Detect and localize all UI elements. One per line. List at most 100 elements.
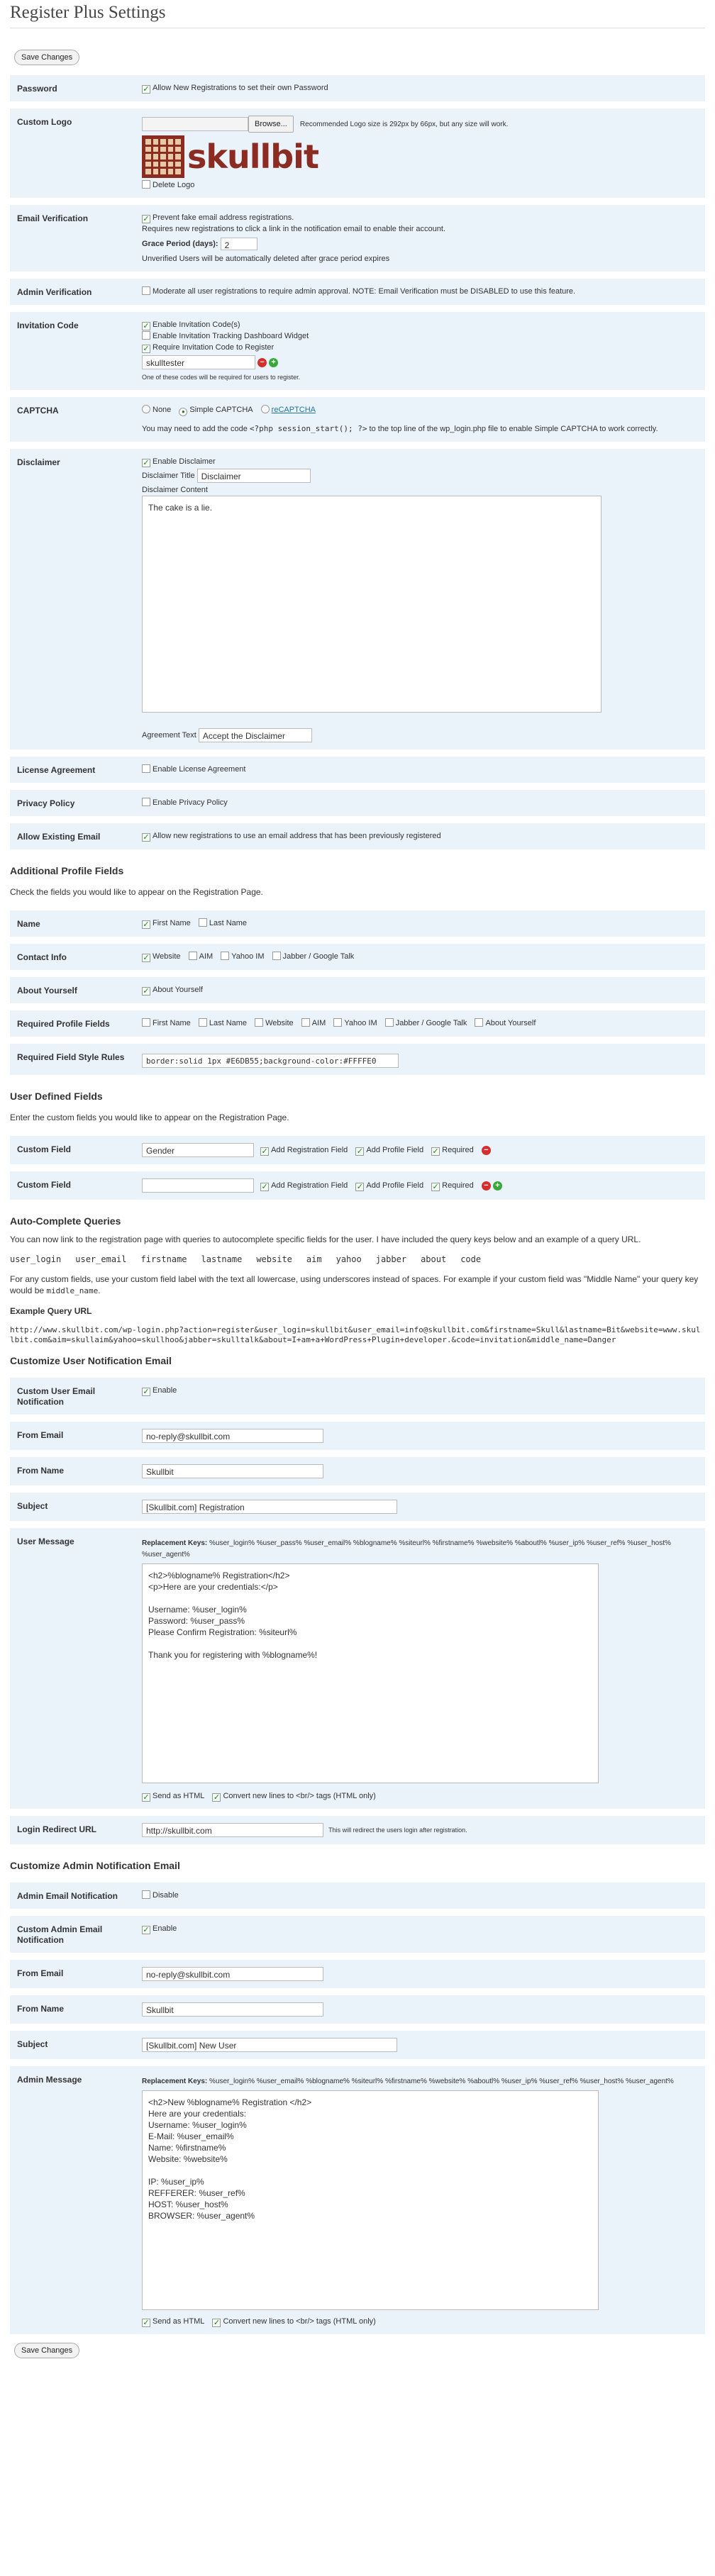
req-aim-option[interactable]: AIM [301,1018,326,1027]
yahoo-option[interactable]: Yahoo IM [221,952,265,961]
send-as-html-option[interactable]: ✓ Send as HTML [142,2317,204,2327]
radio-icon[interactable] [142,405,150,413]
checkbox-checked-icon[interactable]: ✓ [142,85,150,94]
checkbox-icon[interactable] [142,180,150,189]
checkbox-icon[interactable] [142,286,150,295]
checkbox-icon[interactable] [301,1018,310,1027]
email-verification-option[interactable]: ✓ Prevent fake email address registration… [142,213,294,223]
delete-icon[interactable]: − [481,1181,491,1191]
password-option[interactable]: ✓ Allow New Registrations to set their ow… [142,84,328,94]
save-changes-button-top[interactable]: Save Changes [14,50,80,65]
captcha-recaptcha-option[interactable]: reCAPTCHA [260,405,316,414]
admin-email-disable[interactable]: Disable [142,1890,179,1900]
checkbox-icon[interactable] [142,1018,150,1027]
user-message-textarea[interactable]: <h2>%blogname% Registration</h2> <p>Here… [142,1563,599,1783]
checkbox-icon[interactable] [198,1018,207,1027]
checkbox-checked-icon[interactable]: ✓ [142,1388,150,1396]
from-name-input[interactable]: Skullbit [142,2002,323,2017]
checkbox-icon[interactable] [142,1890,150,1899]
checkbox-checked-icon[interactable]: ✓ [212,1793,221,1802]
radio-selected-icon[interactable]: ● [179,408,188,416]
radio-icon[interactable] [260,405,270,413]
grace-period-input[interactable]: 2 [220,238,257,250]
checkbox-checked-icon[interactable]: ✓ [355,1147,365,1156]
captcha-simple-option[interactable]: ● Simple CAPTCHA [179,406,253,416]
checkbox-checked-icon[interactable]: ✓ [142,920,150,929]
first-name-option[interactable]: ✓ First Name [142,919,191,929]
req-last-name-option[interactable]: Last Name [198,1018,247,1027]
checkbox-checked-icon[interactable]: ✓ [431,1147,440,1156]
existing-email-option[interactable]: ✓ Allow new registrations to use an email… [142,832,441,842]
add-icon[interactable]: + [492,1181,502,1191]
admin-verification-option[interactable]: Moderate all user registrations to requi… [142,286,575,296]
delete-icon[interactable]: − [481,1145,491,1155]
checkbox-checked-icon[interactable]: ✓ [260,1182,270,1191]
checkbox-checked-icon[interactable]: ✓ [142,2319,150,2327]
add-profile-field-option[interactable]: ✓ Add Profile Field [355,1181,423,1191]
req-yahoo-option[interactable]: Yahoo IM [333,1018,377,1027]
checkbox-checked-icon[interactable]: ✓ [142,215,150,223]
agreement-text-input[interactable]: Accept the Disclaimer [198,728,312,742]
website-option[interactable]: ✓ Website [142,952,181,962]
convert-newlines-option[interactable]: ✓ Convert new lines to <br/> tags (HTML o… [212,2317,376,2327]
jabber-option[interactable]: Jabber / Google Talk [272,952,354,961]
req-about-option[interactable]: About Yourself [475,1018,536,1027]
last-name-option[interactable]: Last Name [198,918,247,927]
custom-field-input[interactable] [142,1178,254,1193]
subject-input[interactable]: [Skullbit.com] New User [142,2038,397,2052]
delete-icon[interactable]: − [257,357,267,367]
invitation-code-input[interactable]: skulltester [142,355,255,369]
logo-file-input[interactable] [142,117,248,132]
admin-message-textarea[interactable]: <h2>New %blogname% Registration </h2> He… [142,2090,599,2310]
req-first-name-option[interactable]: First Name [142,1018,191,1027]
checkbox-icon[interactable] [142,764,150,773]
from-email-input[interactable]: no-reply@skullbit.com [142,1967,323,1981]
checkbox-icon[interactable] [142,798,150,806]
checkbox-checked-icon[interactable]: ✓ [142,1926,150,1934]
required-option[interactable]: ✓ Required [431,1181,474,1191]
checkbox-checked-icon[interactable]: ✓ [431,1182,440,1191]
disclaimer-title-input[interactable]: Disclaimer [196,469,311,483]
from-email-input[interactable]: no-reply@skullbit.com [142,1429,323,1443]
checkbox-icon[interactable] [333,1018,343,1027]
req-website-option[interactable]: Website [255,1018,294,1027]
checkbox-icon[interactable] [221,952,230,960]
login-redirect-input[interactable]: http://skullbit.com [142,1823,323,1837]
checkbox-checked-icon[interactable]: ✓ [142,1793,150,1802]
license-option[interactable]: Enable License Agreement [142,764,245,774]
subject-input[interactable]: [Skullbit.com] Registration [142,1500,397,1514]
privacy-option[interactable]: Enable Privacy Policy [142,798,228,807]
checkbox-checked-icon[interactable]: ✓ [212,2319,221,2327]
invitation-require-option[interactable]: ✓ Require Invitation Code to Register [142,343,274,353]
checkbox-checked-icon[interactable]: ✓ [355,1182,365,1191]
invitation-enable-option[interactable]: ✓ Enable Invitation Code(s) [142,320,240,330]
custom-admin-email-enable[interactable]: ✓ Enable [142,1924,177,1934]
aim-option[interactable]: AIM [188,952,213,961]
convert-newlines-option[interactable]: ✓ Convert new lines to <br/> tags (HTML o… [212,1792,376,1802]
checkbox-checked-icon[interactable]: ✓ [142,987,150,996]
custom-user-email-enable[interactable]: ✓ Enable [142,1386,177,1396]
add-registration-field-option[interactable]: ✓ Add Registration Field [260,1146,348,1156]
req-jabber-option[interactable]: Jabber / Google Talk [384,1018,467,1027]
checkbox-checked-icon[interactable]: ✓ [142,345,150,353]
save-changes-button-bottom[interactable]: Save Changes [14,2343,80,2358]
captcha-none-option[interactable]: None [142,405,171,414]
checkbox-icon[interactable] [384,1018,394,1027]
disclaimer-content-textarea[interactable]: The cake is a lie. [142,496,602,713]
checkbox-checked-icon[interactable]: ✓ [142,459,150,467]
about-option[interactable]: ✓ About Yourself [142,986,203,996]
custom-field-input[interactable]: Gender [142,1143,254,1157]
checkbox-icon[interactable] [255,1018,264,1027]
disclaimer-enable-option[interactable]: ✓ Enable Disclaimer [142,457,216,467]
add-icon[interactable]: + [269,357,279,367]
checkbox-checked-icon[interactable]: ✓ [142,833,150,842]
checkbox-checked-icon[interactable]: ✓ [142,322,150,330]
send-as-html-option[interactable]: ✓ Send as HTML [142,1792,204,1802]
style-rules-input[interactable]: border:solid 1px #E6DB55;background-colo… [142,1054,399,1068]
browse-button[interactable]: Browse... [248,116,294,133]
add-registration-field-option[interactable]: ✓ Add Registration Field [260,1181,348,1191]
checkbox-icon[interactable] [188,952,197,960]
checkbox-icon[interactable] [272,952,281,960]
checkbox-icon[interactable] [142,331,150,340]
invitation-widget-option[interactable]: Enable Invitation Tracking Dashboard Wid… [142,331,309,340]
